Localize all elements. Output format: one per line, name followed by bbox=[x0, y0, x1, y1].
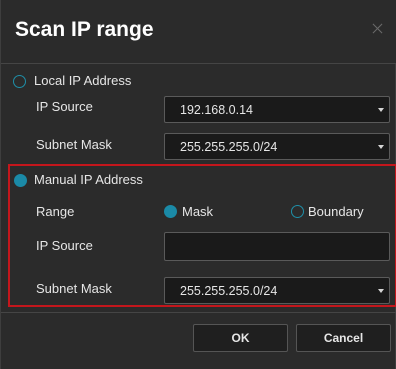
range-mask-radio[interactable] bbox=[164, 205, 177, 218]
local-ip-label: Local IP Address bbox=[34, 73, 132, 88]
dialog-titlebar: Scan IP range bbox=[1, 0, 396, 64]
manual-ip-source-label: IP Source bbox=[36, 238, 93, 253]
manual-ip-radio[interactable] bbox=[14, 174, 27, 187]
cancel-button[interactable]: Cancel bbox=[296, 324, 391, 352]
range-mask-label: Mask bbox=[182, 204, 214, 219]
manual-subnet-select[interactable]: 255.255.255.0/24 bbox=[164, 277, 390, 304]
manual-ip-source-input[interactable] bbox=[164, 232, 390, 261]
close-icon[interactable] bbox=[371, 22, 385, 36]
chevron-down-icon bbox=[378, 108, 384, 112]
local-ip-source-value: 192.168.0.14 bbox=[180, 103, 253, 117]
scan-ip-range-dialog: Scan IP range Local IP Address IP Source… bbox=[0, 0, 396, 369]
manual-ip-label: Manual IP Address bbox=[34, 172, 143, 187]
local-ip-radio[interactable] bbox=[13, 75, 26, 88]
local-ip-source-label: IP Source bbox=[36, 99, 93, 114]
manual-subnet-label: Subnet Mask bbox=[36, 281, 112, 296]
chevron-down-icon bbox=[378, 145, 384, 149]
local-subnet-value: 255.255.255.0/24 bbox=[180, 140, 278, 154]
local-ip-source-select[interactable]: 192.168.0.14 bbox=[164, 96, 390, 123]
range-label: Range bbox=[36, 204, 75, 219]
dialog-title: Scan IP range bbox=[15, 18, 154, 41]
manual-subnet-value: 255.255.255.0/24 bbox=[180, 284, 278, 298]
local-subnet-select[interactable]: 255.255.255.0/24 bbox=[164, 133, 390, 160]
range-boundary-label: Boundary bbox=[308, 204, 364, 219]
local-subnet-label: Subnet Mask bbox=[36, 137, 112, 152]
footer-divider bbox=[1, 312, 396, 313]
ok-button[interactable]: OK bbox=[193, 324, 288, 352]
range-boundary-radio[interactable] bbox=[291, 205, 304, 218]
chevron-down-icon bbox=[378, 289, 384, 293]
